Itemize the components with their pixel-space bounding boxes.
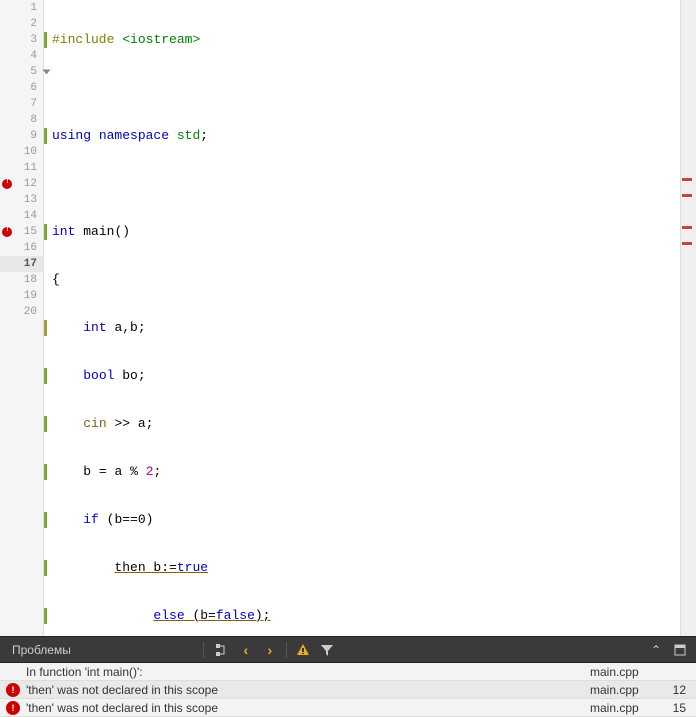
problem-text: 'then' was not declared in this scope (26, 701, 590, 715)
chevron-up-icon[interactable]: ⌃ (648, 642, 664, 658)
token-ident: main (83, 224, 114, 239)
line-number: 1 (0, 0, 43, 16)
error-marker[interactable] (682, 194, 692, 197)
token-punct: ; (138, 368, 146, 383)
token-ident: cin (83, 416, 106, 431)
token-keyword: int (83, 320, 106, 335)
code-editor[interactable]: 1 2 3 4 5 6 7 8 9 10 11 12 13 14 15 16 1… (0, 0, 696, 636)
token-ident: bo (122, 368, 138, 383)
token-keyword: else (153, 608, 184, 623)
error-marker[interactable] (682, 226, 692, 229)
line-number: 7 (0, 96, 43, 112)
token-punct: ; (154, 464, 162, 479)
token-include-file: <iostream> (122, 32, 200, 47)
line-number: 11 (0, 160, 43, 176)
token-keyword: if (83, 512, 99, 527)
token-ident: std (177, 128, 200, 143)
token-punct: { (52, 272, 60, 287)
problem-file: main.cpp (590, 683, 660, 697)
token-punct: ; (138, 320, 146, 335)
token-expr: (b==0) (107, 512, 154, 527)
token-keyword: true (177, 560, 208, 575)
warning-icon[interactable] (295, 642, 311, 658)
filter-icon[interactable] (319, 642, 335, 658)
line-number: 8 (0, 112, 43, 128)
token-keyword: int (52, 224, 75, 239)
tree-icon[interactable] (214, 642, 230, 658)
error-marker[interactable] (682, 178, 692, 181)
problem-line: 12 (660, 683, 690, 697)
token-punct: ; (146, 416, 154, 431)
code-content[interactable]: #include <iostream> using namespace std;… (44, 0, 696, 636)
problem-line: 15 (660, 701, 690, 715)
chevron-left-icon[interactable]: ‹ (238, 642, 254, 658)
line-number: 10 (0, 144, 43, 160)
token-preproc: #include (52, 32, 114, 47)
chevron-right-icon[interactable]: › (262, 642, 278, 658)
token-keyword: false (216, 608, 255, 623)
token-op: % (130, 464, 138, 479)
popout-icon[interactable] (672, 642, 688, 658)
panel-toolbar: ‹ › (203, 642, 335, 658)
line-number: 16 (0, 240, 43, 256)
problems-panel: Проблемы ‹ › ⌃ In function 'int main()':… (0, 636, 696, 717)
problems-panel-title: Проблемы (0, 643, 83, 657)
error-icon[interactable] (2, 227, 12, 237)
problem-text: In function 'int main()': (26, 665, 590, 679)
problem-file: main.cpp (590, 665, 660, 679)
line-number: 2 (0, 16, 43, 32)
token-ident: a (138, 416, 146, 431)
line-number: 18 (0, 272, 43, 288)
token-keyword: using (52, 128, 91, 143)
problem-row[interactable]: ! 'then' was not declared in this scope … (0, 681, 696, 699)
token-op: >> (114, 416, 130, 431)
problems-list: In function 'int main()': main.cpp ! 'th… (0, 663, 696, 717)
panel-toolbar-right: ⌃ (648, 642, 696, 658)
line-number: 14 (0, 208, 43, 224)
error-icon: ! (6, 701, 20, 715)
line-number: 9 (0, 128, 43, 144)
line-number: 6 (0, 80, 43, 96)
token-number: 2 (146, 464, 154, 479)
token-ident: a,b (114, 320, 137, 335)
token-ident: a (114, 464, 122, 479)
line-number: 19 (0, 288, 43, 304)
token-keyword: bool (83, 368, 114, 383)
line-number: 5 (0, 64, 43, 80)
token-keyword: namespace (99, 128, 169, 143)
problems-panel-header: Проблемы ‹ › ⌃ (0, 637, 696, 663)
problem-row[interactable]: In function 'int main()': main.cpp (0, 663, 696, 681)
error-marker[interactable] (682, 242, 692, 245)
problem-row[interactable]: ! 'then' was not declared in this scope … (0, 699, 696, 717)
line-number-current: 17 (0, 256, 43, 272)
line-number: 20 (0, 304, 43, 320)
line-number: 4 (0, 48, 43, 64)
problem-text: 'then' was not declared in this scope (26, 683, 590, 697)
gutter: 1 2 3 4 5 6 7 8 9 10 11 12 13 14 15 16 1… (0, 0, 44, 636)
vertical-scrollbar[interactable] (680, 0, 696, 636)
error-icon[interactable] (2, 179, 12, 189)
problem-file: main.cpp (590, 701, 660, 715)
token-punct: ; (200, 128, 208, 143)
error-icon: ! (6, 683, 20, 697)
line-number: 13 (0, 192, 43, 208)
line-number: 3 (0, 32, 43, 48)
token-op: = (99, 464, 107, 479)
token-punct: ) (122, 224, 130, 239)
token-ident: b (83, 464, 91, 479)
